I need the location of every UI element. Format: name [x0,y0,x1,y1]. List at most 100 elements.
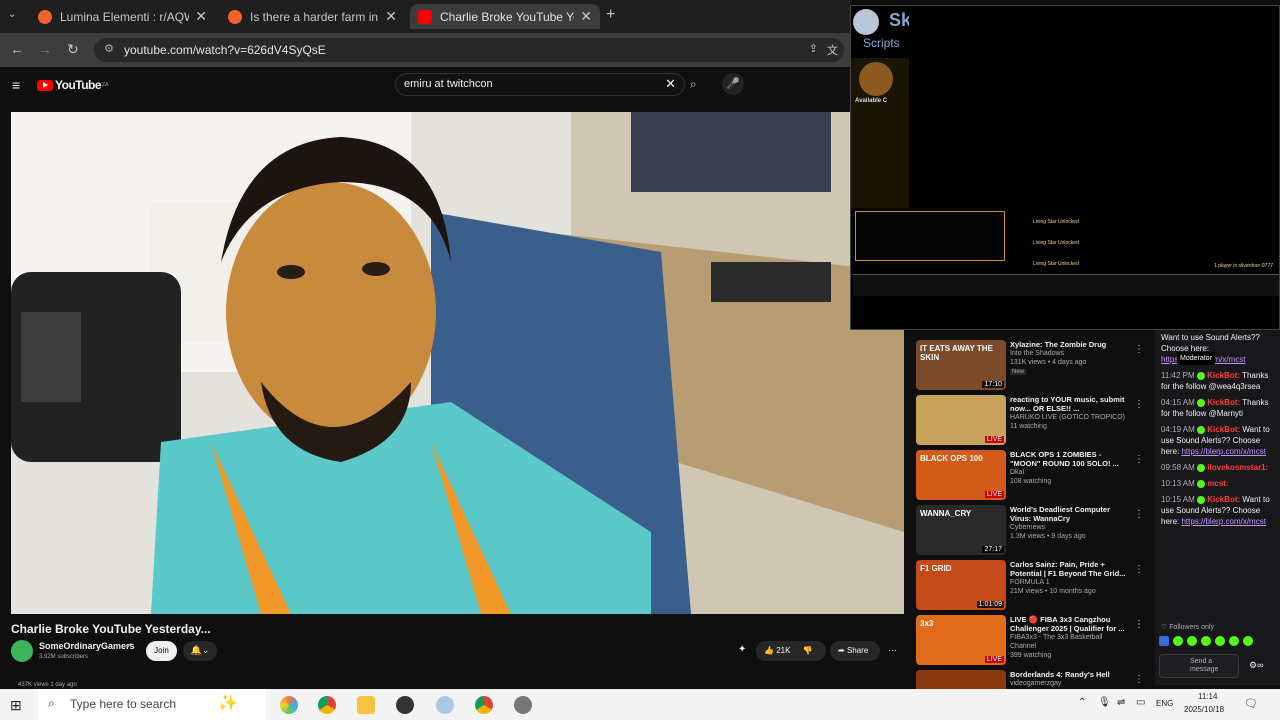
recommendation-title[interactable]: Xylazine: The Zombie Drug [1010,340,1130,349]
like-icon[interactable]: 👍 [764,646,774,655]
cast-icon[interactable]: ⇪ [809,42,818,55]
clock-date[interactable]: 2025/10/18 [1184,705,1224,714]
tab-close-icon[interactable]: ✕ [580,8,592,25]
dislike-icon[interactable]: 👎 [803,646,813,655]
emote-icon[interactable] [1159,636,1169,646]
recommendation-item[interactable]: F1 GRID 1:01:09 Carlos Sainz: Pain, Pride … [916,560,1152,610]
more-options-icon[interactable]: ⋮ [1134,509,1144,520]
join-button[interactable]: Join [146,641,177,661]
search-icon[interactable]: ⌕ [690,77,697,92]
network-icon[interactable]: ⇌ [1117,697,1125,708]
recommendation-channel[interactable]: Cybernews [1010,523,1130,532]
recommendation-channel[interactable]: Into the Shadows [1010,349,1130,358]
microphone-icon[interactable]: 🎙 [1098,697,1111,708]
emote-icon[interactable] [1187,636,1197,646]
game-action-bar[interactable] [853,274,1279,296]
video-thumbnail[interactable]: WANNA_CRY 27:17 [916,505,1006,555]
recommendation-title[interactable]: Borderlands 4: Randy's Hell [1010,670,1130,679]
tab-list-icon[interactable]: ⌄ [8,9,16,20]
channel-avatar[interactable] [11,640,33,662]
recommendation-title[interactable]: reacting to YOUR music, submit now... OR… [1010,395,1130,413]
more-options-icon[interactable]: ⋮ [1134,674,1144,685]
more-actions-icon[interactable]: ⋯ [888,645,897,656]
forward-icon[interactable]: → [38,41,52,57]
tab-harder-farm[interactable]: Is there a harder farm in the game ✕ [220,4,405,29]
emote-icon[interactable] [1215,636,1225,646]
recommendation-channel[interactable]: HARUKO LIVE (GOTICO TROPICO) [1010,413,1130,422]
emote-icon[interactable] [1201,636,1211,646]
windows-start-icon[interactable]: ⊞ [10,697,22,714]
chat-username[interactable]: KickBot: [1207,371,1240,380]
search-input[interactable]: emiru at twitchcon ✕ [395,73,685,96]
tab-charlie[interactable]: Charlie Broke YouTube Yesterday ✕ [410,4,600,29]
recommendation-channel[interactable]: FIBA3x3 - The 3x3 Basketball Channel [1010,633,1130,651]
recommendation-channel[interactable]: Dkal [1010,468,1130,477]
scripts-tab[interactable]: Scripts [863,36,900,50]
chat-username[interactable]: mcst: [1207,479,1228,488]
recommendation-item[interactable]: IT EATS AWAY THE SKIN 17:10 Xylazine: The … [916,340,1152,390]
video-thumbnail[interactable]: F1 GRID 1:01:09 [916,560,1006,610]
file-explorer-icon[interactable] [357,696,375,714]
clear-search-icon[interactable]: ✕ [665,76,676,92]
more-options-icon[interactable]: ⋮ [1134,454,1144,465]
chrome-icon[interactable] [475,696,493,714]
chat-username[interactable]: ilovekosmstar1: [1207,463,1268,472]
channel-name[interactable]: SomeOrdinaryGamers [39,641,135,651]
menu-icon[interactable]: ≡ [12,77,20,93]
tray-chevron-icon[interactable]: ⌃ [1078,697,1086,708]
share-button[interactable]: ➦ Share [830,641,880,661]
chat-link[interactable]: https://blerp.com/x/mcst [1181,447,1265,456]
display-icon[interactable]: ▭ [1136,697,1145,708]
notification-bell-icon[interactable]: 🔔⌄ [183,641,217,661]
more-options-icon[interactable]: ⋮ [1134,344,1144,355]
translate-icon[interactable]: 文 [827,42,838,58]
emote-row[interactable] [1159,636,1253,646]
chrome-icon[interactable] [318,696,336,714]
reload-icon[interactable]: ↻ [67,41,79,58]
chat-username[interactable]: KickBot: [1207,398,1240,407]
chat-link[interactable]: https://blerp.com/x/mcst [1181,517,1265,526]
recommendation-item[interactable]: 3x3 LIVE LIVE 🔴 FIBA 3x3 Cangzhou Challeng… [916,615,1152,665]
tab-aqw[interactable]: Lumina Elementi : r/AQW ✕ [30,4,215,29]
taskbar-search-input[interactable]: ⌕ Type here to search ✨ [38,689,266,720]
recommendation-channel[interactable]: FORMULA 1 [1010,578,1130,587]
youtube-logo[interactable]: YouTube ZA [37,78,108,92]
hype-icon[interactable]: ✦ [738,644,746,655]
recommendation-title[interactable]: World's Deadliest Computer Virus: WannaC… [1010,505,1130,523]
app-icon[interactable] [436,696,454,714]
chat-message-input[interactable]: Send a message [1159,654,1239,678]
copilot-icon[interactable] [280,696,298,714]
recommendation-item[interactable]: BLACK OPS 100 LIVE BLACK OPS 1 ZOMBIES - "… [916,450,1152,500]
more-options-icon[interactable]: ⋮ [1134,619,1144,630]
recommendation-item[interactable]: WANNA_CRY 27:17 World's Deadliest Computer… [916,505,1152,555]
new-tab-button[interactable]: + [606,6,615,24]
tab-close-icon[interactable]: ✕ [195,8,207,25]
recommendation-item[interactable]: LIVE reacting to YOUR music, submit now..… [916,395,1152,445]
like-count[interactable]: 21K [776,646,790,655]
video-thumbnail[interactable]: LIVE [916,395,1006,445]
video-thumbnail[interactable]: 3x3 LIVE [916,615,1006,665]
voice-search-icon[interactable]: 🎤 [722,73,744,95]
site-info-icon[interactable]: ⚙ [104,42,114,55]
back-icon[interactable]: ← [10,41,24,57]
recommendation-title[interactable]: BLACK OPS 1 ZOMBIES - "MOON" ROUND 100 S… [1010,450,1130,468]
emote-icon[interactable] [1173,636,1183,646]
emote-icon[interactable] [1243,636,1253,646]
chat-settings-icon[interactable]: ⚙∞ [1249,660,1263,671]
more-options-icon[interactable]: ⋮ [1134,399,1144,410]
language-indicator[interactable]: ENG [1156,699,1173,708]
chat-username[interactable]: KickBot: [1207,425,1240,434]
recommendation-title[interactable]: LIVE 🔴 FIBA 3x3 Cangzhou Challenger 2025… [1010,615,1130,633]
emote-icon[interactable] [1229,636,1239,646]
video-thumbnail[interactable]: IT EATS AWAY THE SKIN 17:10 [916,340,1006,390]
more-options-icon[interactable]: ⋮ [1134,564,1144,575]
notifications-icon[interactable]: 🗨 [1244,697,1258,710]
video-thumbnail[interactable]: BLACK OPS 100 LIVE [916,450,1006,500]
tab-close-icon[interactable]: ✕ [385,8,397,25]
recommendation-channel[interactable]: videogamerzgay [1010,679,1130,688]
video-player[interactable] [11,112,904,614]
steam-icon[interactable] [396,696,414,714]
app-icon[interactable] [514,696,532,714]
chat-username[interactable]: KickBot: [1207,495,1240,504]
clock-time[interactable]: 11:14 [1198,692,1217,701]
